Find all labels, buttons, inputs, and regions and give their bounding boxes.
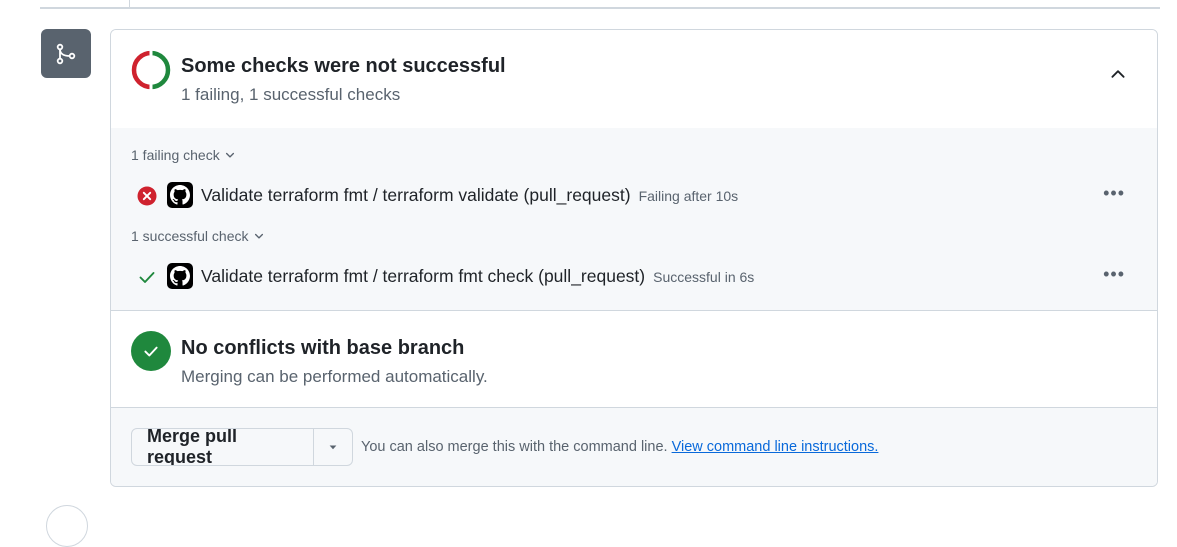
github-icon	[167, 263, 193, 289]
status-ring-icon	[131, 50, 171, 90]
check-link[interactable]: Validate terraform fmt / terraform valid…	[201, 185, 738, 206]
merge-hint-text: You can also merge this with the command…	[361, 439, 668, 455]
github-icon	[167, 182, 193, 208]
check-circle-icon	[131, 331, 171, 371]
kebab-horizontal-icon[interactable]: •••	[1103, 184, 1125, 202]
merge-options-dropdown[interactable]	[313, 429, 352, 465]
triangle-down-icon	[329, 445, 337, 450]
conflicts-section: No conflicts with base branch Merging ca…	[111, 311, 1157, 408]
check-row-successful: Validate terraform fmt / terraform fmt c…	[111, 261, 1157, 291]
avatar	[46, 505, 88, 547]
merge-button-group: Merge pull request	[131, 428, 353, 466]
conflicts-subtitle: Merging can be performed automatically.	[181, 367, 488, 386]
check-link[interactable]: Validate terraform fmt / terraform fmt c…	[201, 266, 754, 287]
failing-checks-label: 1 failing check	[131, 147, 220, 163]
git-merge-icon	[41, 29, 91, 78]
merge-box: Some checks were not successful 1 failin…	[110, 29, 1158, 487]
kebab-horizontal-icon[interactable]: •••	[1103, 265, 1125, 283]
successful-checks-label: 1 successful check	[131, 228, 249, 244]
checks-title: Some checks were not successful	[181, 55, 506, 77]
checks-list: 1 failing check Validate terraform fmt /…	[111, 128, 1157, 311]
chevron-down-icon	[225, 152, 234, 158]
check-status: Failing after 10s	[638, 188, 739, 204]
merge-pull-request-button[interactable]: Merge pull request	[132, 429, 313, 465]
successful-checks-toggle[interactable]: 1 successful check	[131, 228, 265, 244]
chevron-down-icon	[254, 233, 263, 239]
check-row-failing: Validate terraform fmt / terraform valid…	[111, 180, 1157, 210]
x-circle-fill-icon	[137, 186, 157, 206]
timeline-line	[129, 0, 130, 8]
checks-subtitle: 1 failing, 1 successful checks	[181, 85, 401, 104]
command-line-instructions-link[interactable]: View command line instructions.	[672, 439, 879, 455]
check-name: Validate terraform fmt / terraform valid…	[201, 185, 631, 205]
timeline-divider	[40, 7, 1160, 9]
failing-checks-toggle[interactable]: 1 failing check	[131, 147, 236, 163]
check-name: Validate terraform fmt / terraform fmt c…	[201, 266, 646, 286]
chevron-up-icon[interactable]	[1109, 65, 1127, 83]
merge-hint: You can also merge this with the command…	[361, 439, 878, 455]
conflicts-title: No conflicts with base branch	[181, 337, 465, 359]
check-icon	[139, 272, 155, 283]
check-status: Successful in 6s	[653, 269, 755, 285]
checks-summary: Some checks were not successful 1 failin…	[111, 30, 1157, 129]
merge-actions: Merge pull request You can also merge th…	[111, 408, 1157, 486]
